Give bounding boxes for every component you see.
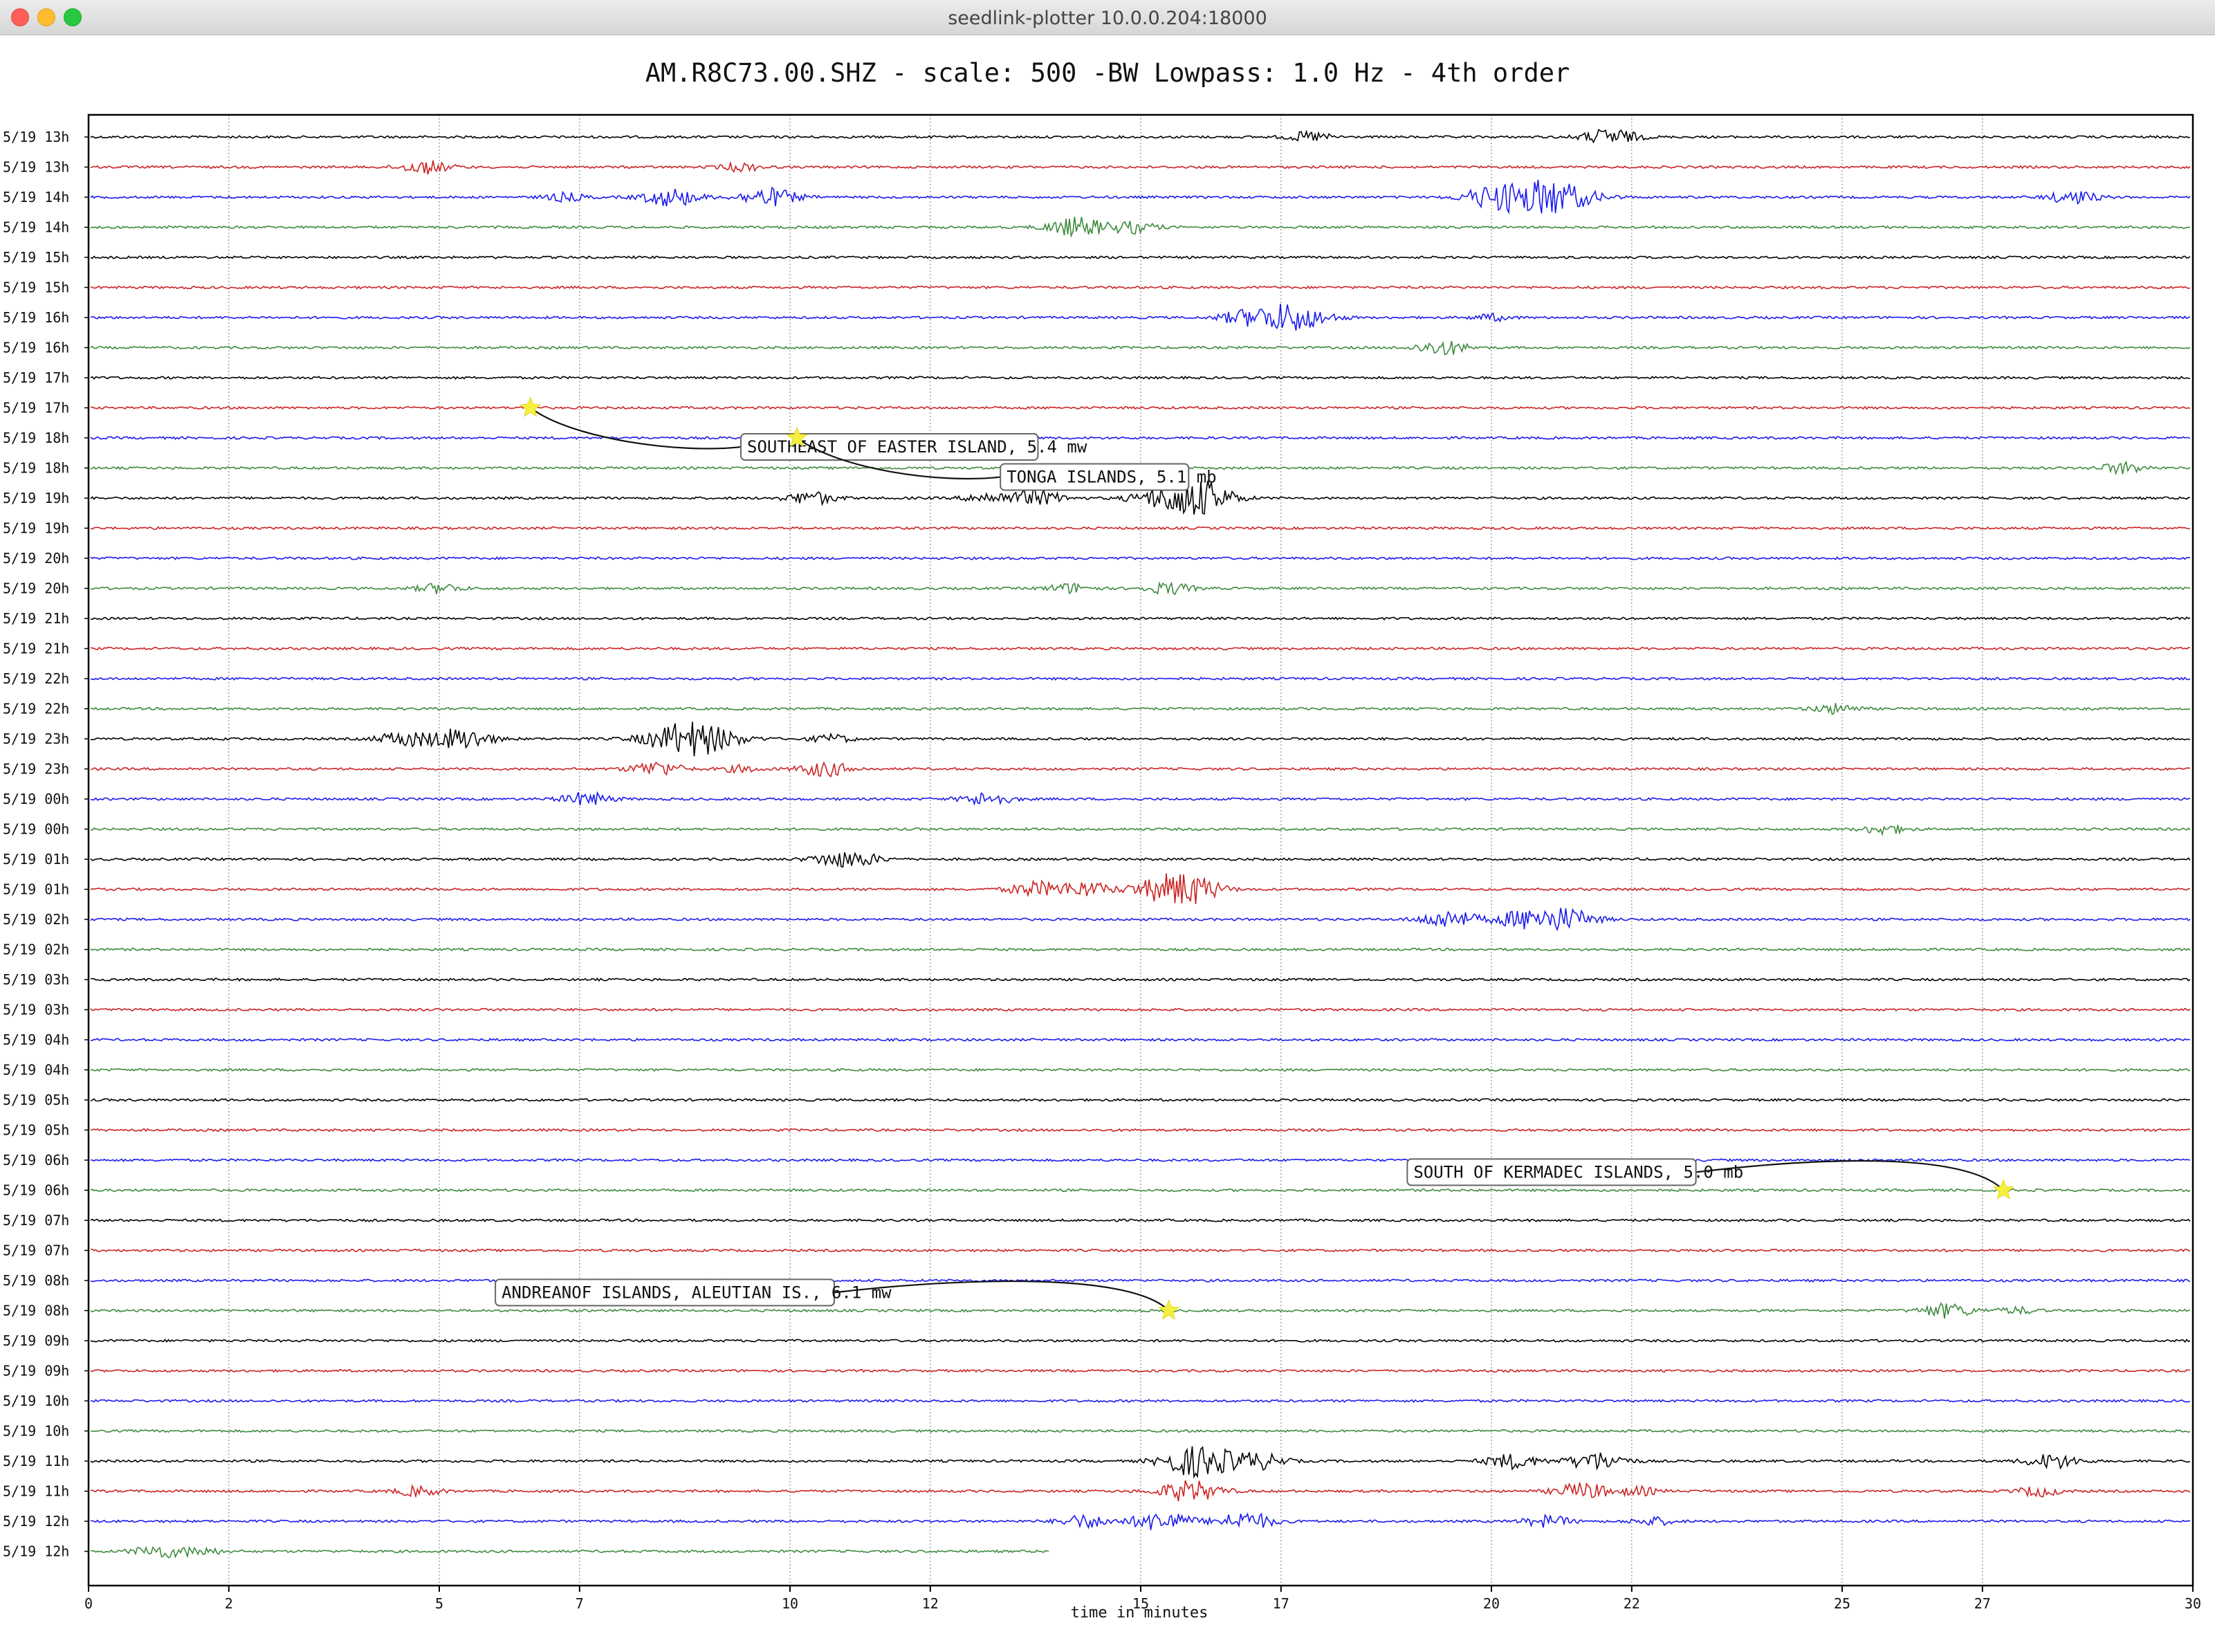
row-time-label: 5/19 07h: [3, 1242, 69, 1259]
row-time-label: 5/19 09h: [3, 1332, 69, 1349]
seismic-trace: [90, 1188, 2191, 1193]
x-tick-label: 30: [2185, 1595, 2201, 1612]
row-time-label: 5/19 10h: [3, 1393, 69, 1409]
y-axis-labels: 5/19 13h 5/19 13h 5/19 14h 5/19 14h 5/19 15h…: [3, 129, 89, 1560]
row-time-label: 5/19 17h: [3, 369, 69, 386]
row-time-label: 5/19 16h: [3, 340, 69, 356]
row-time-label: 5/19 11h: [3, 1453, 69, 1469]
x-tick-label: 10: [782, 1595, 798, 1612]
row-time-label: 5/19 00h: [3, 821, 69, 838]
seismic-trace: [90, 285, 2191, 290]
x-tick-label: 25: [1834, 1595, 1850, 1612]
row-time-label: 5/19 08h: [3, 1272, 69, 1289]
seismic-trace: [90, 1545, 1049, 1559]
seismic-trace: [90, 825, 2191, 836]
annotation-label: TONGA ISLANDS, 5.1 mb: [1007, 468, 1216, 487]
row-time-label: 5/19 00h: [3, 791, 69, 807]
row-time-label: 5/19 18h: [3, 460, 69, 477]
annotation-label: SOUTH OF KERMADEC ISLANDS, 5.0 mb: [1413, 1162, 1743, 1182]
row-time-label: 5/19 13h: [3, 159, 69, 176]
event-annotation: ANDREANOF ISLANDS, ALEUTIAN IS., 6.1 mw: [495, 1278, 1180, 1320]
seismic-trace: [90, 405, 2191, 410]
seismic-trace: [90, 852, 2191, 868]
row-time-label: 5/19 08h: [3, 1303, 69, 1319]
x-tick-label: 7: [576, 1595, 584, 1612]
seismic-trace: [90, 340, 2191, 356]
event-star-icon: [1992, 1179, 2014, 1200]
x-tick-label: 0: [84, 1595, 93, 1612]
row-time-label: 5/19 15h: [3, 279, 69, 296]
seismic-trace: [90, 526, 2191, 531]
x-axis-label: time in minutes: [1071, 1604, 1208, 1622]
row-time-label: 5/19 04h: [3, 1031, 69, 1048]
seismic-trace: [90, 1368, 2191, 1373]
seismic-trace: [90, 761, 2191, 778]
seismic-trace: [90, 1007, 2191, 1012]
row-time-label: 5/19 02h: [3, 911, 69, 928]
row-time-label: 5/19 09h: [3, 1363, 69, 1379]
row-time-label: 5/19 16h: [3, 309, 69, 326]
row-time-label: 5/19 23h: [3, 731, 69, 747]
row-time-label: 5/19 14h: [3, 189, 69, 205]
row-time-label: 5/19 03h: [3, 971, 69, 988]
plot-frame: [87, 113, 2194, 1587]
seismic-trace: [91, 703, 2191, 715]
chart-title: AM.R8C73.00.SHZ - scale: 500 -BW Lowpass…: [645, 58, 1570, 88]
row-time-label: 5/19 15h: [3, 249, 69, 266]
x-tick-label: 12: [922, 1595, 939, 1612]
row-time-label: 5/19 22h: [3, 670, 69, 687]
row-time-label: 5/19 12h: [3, 1543, 69, 1560]
x-tick-label: 22: [1624, 1595, 1640, 1612]
title-bar: seedlink-plotter 10.0.0.204:18000: [0, 0, 2215, 35]
row-time-label: 5/19 21h: [3, 610, 69, 627]
event-star-icon: [1158, 1299, 1180, 1320]
row-time-label: 5/19 01h: [3, 851, 69, 868]
row-time-label: 5/19 05h: [3, 1122, 69, 1139]
seismic-trace: [90, 722, 2191, 757]
row-time-label: 5/19 20h: [3, 550, 69, 567]
row-time-label: 5/19 18h: [3, 430, 69, 446]
grid-lines: [88, 115, 2194, 1586]
x-tick-label: 17: [1273, 1595, 1289, 1612]
seismic-trace: [90, 978, 2191, 982]
x-tick-label: 2: [225, 1595, 233, 1612]
event-annotation: SOUTH OF KERMADEC ISLANDS, 5.0 mb: [1406, 1158, 2014, 1200]
row-time-label: 5/19 07h: [3, 1212, 69, 1229]
row-time-label: 5/19 10h: [3, 1423, 69, 1440]
row-time-label: 5/19 04h: [3, 1062, 69, 1079]
seismogram-plot: AM.R8C73.00.SHZ - scale: 500 -BW Lowpass…: [3, 58, 2201, 1622]
x-tick-label: 5: [435, 1595, 443, 1612]
row-time-label: 5/19 05h: [3, 1092, 69, 1108]
seismic-trace: [90, 556, 2190, 560]
row-time-label: 5/19 06h: [3, 1152, 69, 1168]
x-tick-label: 27: [1974, 1595, 1991, 1612]
row-time-label: 5/19 19h: [3, 490, 69, 506]
row-time-label: 5/19 12h: [3, 1513, 69, 1530]
annotation-label: ANDREANOF ISLANDS, ALEUTIAN IS., 6.1 mw: [502, 1283, 892, 1302]
x-tick-label: 20: [1483, 1595, 1500, 1612]
row-time-label: 5/19 13h: [3, 129, 69, 145]
row-time-label: 5/19 14h: [3, 219, 69, 236]
seismic-trace: [90, 1429, 2191, 1433]
row-time-label: 5/19 22h: [3, 701, 69, 717]
row-time-label: 5/19 17h: [3, 400, 69, 416]
app-window: seedlink-plotter 10.0.0.204:18000 AM.R8C…: [0, 0, 2215, 1652]
row-time-label: 5/19 23h: [3, 761, 69, 778]
row-time-label: 5/19 06h: [3, 1182, 69, 1199]
row-time-label: 5/19 11h: [3, 1483, 69, 1500]
row-time-label: 5/19 02h: [3, 942, 69, 958]
row-time-label: 5/19 21h: [3, 641, 69, 657]
annotation-connector: [530, 407, 742, 450]
seismic-trace: [90, 160, 2191, 175]
row-time-label: 5/19 01h: [3, 881, 69, 898]
row-time-label: 5/19 20h: [3, 580, 69, 597]
seismic-trace: [90, 1480, 2191, 1502]
seismic-trace: [90, 873, 2191, 904]
row-time-label: 5/19 19h: [3, 520, 69, 537]
window-title: seedlink-plotter 10.0.0.204:18000: [948, 8, 1267, 29]
row-time-label: 5/19 03h: [3, 1002, 69, 1018]
